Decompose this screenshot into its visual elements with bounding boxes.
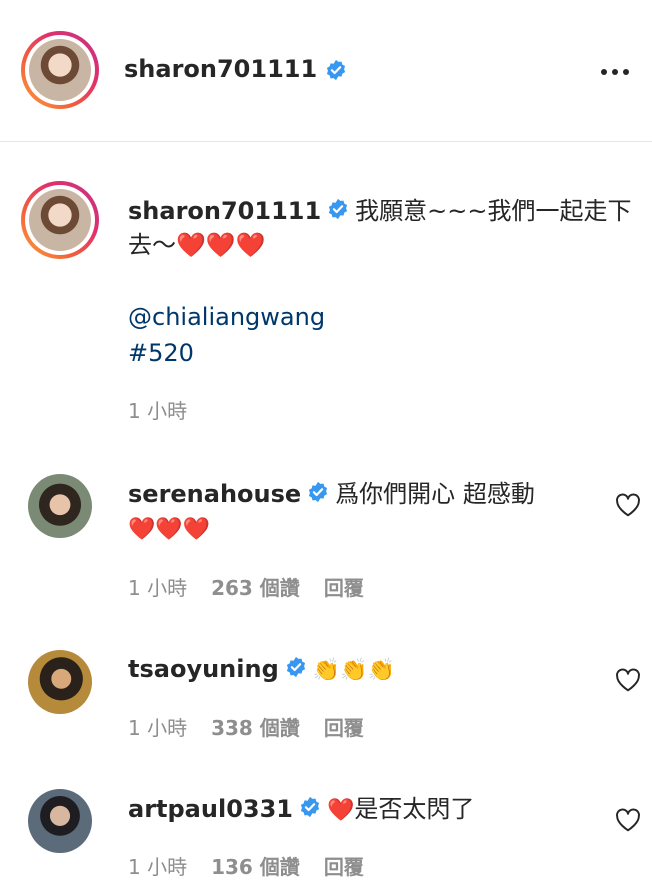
comment-username[interactable]: serenahouse <box>128 480 301 508</box>
heart-outline-icon[interactable] <box>615 668 641 692</box>
reply-button[interactable]: 回覆 <box>324 716 364 740</box>
caption-text: sharon701111 我願意~~~我們一起走下去～❤️❤️❤️ <box>128 194 633 262</box>
more-options-icon[interactable] <box>598 60 632 84</box>
heart-outline-icon[interactable] <box>615 493 641 517</box>
comment-likes[interactable]: 136 個讚 <box>211 855 300 879</box>
comment-meta: 1 小時 338 個讚 回覆 <box>128 716 388 740</box>
comment-likes[interactable]: 263 個讚 <box>211 576 300 600</box>
comment-meta: 1 小時 136 個讚 回覆 <box>128 855 388 879</box>
caption-time[interactable]: 1 小時 <box>128 399 187 423</box>
comment-text: tsaoyuning 👏👏👏 <box>128 652 598 688</box>
comment-text: artpaul0331 ❤️是否太閃了 <box>128 792 598 828</box>
caption-meta: 1 小時 <box>128 399 211 423</box>
comment-avatar-tsaoyuning[interactable] <box>28 650 92 714</box>
caption-avatar <box>29 189 91 251</box>
comment-likes[interactable]: 338 個讚 <box>211 716 300 740</box>
verified-badge-icon <box>309 481 328 503</box>
comment-avatar-artpaul0331[interactable] <box>28 789 92 853</box>
avatar <box>29 39 91 101</box>
verified-badge-icon <box>327 59 346 81</box>
heart-outline-icon[interactable] <box>615 808 641 832</box>
reply-button[interactable]: 回覆 <box>324 576 364 600</box>
comment-emoji: ❤️❤️❤️ <box>128 517 211 542</box>
comment-body: 是否太閃了 <box>354 795 475 823</box>
comment-username[interactable]: artpaul0331 <box>128 795 293 823</box>
hashtag-link[interactable]: #520 <box>128 335 194 371</box>
verified-badge-icon <box>300 796 320 818</box>
comment-text: serenahouse 爲你們開心 超感動 ❤️❤️❤️ <box>128 477 598 547</box>
comment-username[interactable]: tsaoyuning <box>128 655 279 683</box>
header-username-row: sharon701111 <box>124 54 347 84</box>
header-username[interactable]: sharon701111 <box>124 55 317 83</box>
comment-time[interactable]: 1 小時 <box>128 855 187 879</box>
comment-meta: 1 小時 263 個讚 回覆 <box>128 576 388 600</box>
comment-body: 爲你們開心 超感動 <box>335 480 535 508</box>
verified-badge-icon <box>329 198 348 220</box>
comment-time[interactable]: 1 小時 <box>128 716 187 740</box>
mention-link[interactable]: @chialiangwang <box>128 299 325 335</box>
caption-story-ring[interactable] <box>21 181 99 259</box>
comment-time[interactable]: 1 小時 <box>128 576 187 600</box>
reply-button[interactable]: 回覆 <box>324 855 364 879</box>
post-header: sharon701111 <box>0 0 652 142</box>
verified-badge-icon <box>286 656 305 678</box>
comment-avatar-serenahouse[interactable] <box>28 474 92 538</box>
comment-emoji: ❤️ <box>327 798 355 823</box>
comment-emoji: 👏👏👏 <box>312 658 395 683</box>
caption-username[interactable]: sharon701111 <box>128 197 321 225</box>
story-ring[interactable] <box>21 31 99 109</box>
